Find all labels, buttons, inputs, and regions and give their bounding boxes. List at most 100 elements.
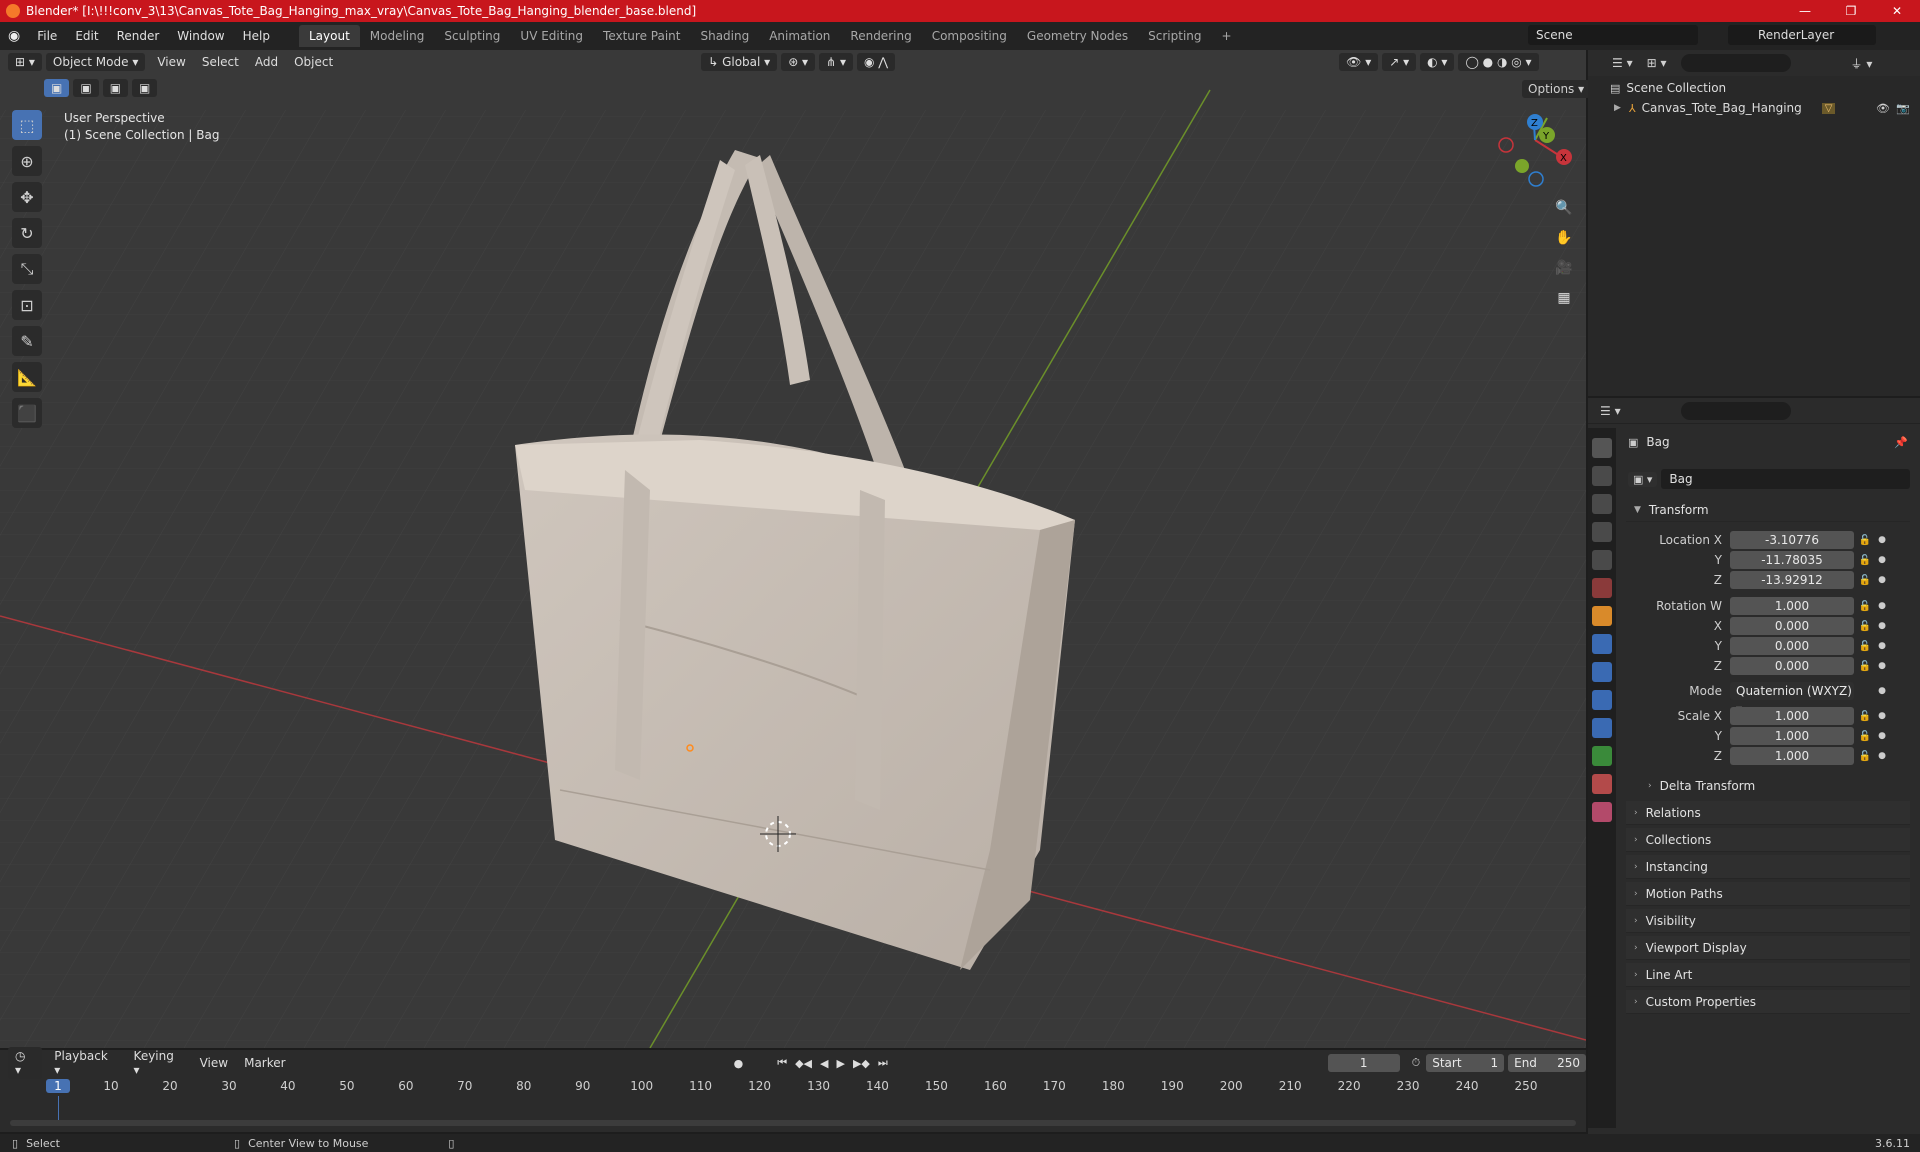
lock-icon[interactable]: 🔓 bbox=[1854, 711, 1876, 722]
datablock-type-icon[interactable]: ▣ ▾ bbox=[1628, 471, 1658, 487]
tab-uv-editing[interactable]: UV Editing bbox=[510, 25, 593, 47]
end-frame-field[interactable]: End 250 bbox=[1508, 1054, 1586, 1072]
orientation-dropdown[interactable]: ↳ Global ▾ bbox=[701, 53, 778, 71]
lock-icon[interactable]: 🔓 bbox=[1854, 621, 1876, 632]
scale-tool-icon[interactable]: ⤡ bbox=[12, 254, 42, 284]
filter-icon[interactable]: ⏚ ▾ bbox=[1851, 55, 1873, 72]
outliner-row-object[interactable]: ▶ ⅄ Canvas_Tote_Bag_Hanging ▽ 👁 📷 bbox=[1614, 98, 1914, 118]
keyframe-dot-icon[interactable]: ● bbox=[1876, 641, 1888, 651]
tab-geometry-nodes[interactable]: Geometry Nodes bbox=[1017, 25, 1138, 47]
data-tab-icon[interactable] bbox=[1592, 746, 1612, 766]
rotate-tool-icon[interactable]: ↻ bbox=[12, 218, 42, 248]
current-frame-field[interactable]: 1 bbox=[1327, 1054, 1400, 1072]
outliner-display-mode-icon[interactable]: ⊞ ▾ bbox=[1647, 56, 1667, 70]
3d-viewport[interactable]: X Y Z bbox=[0, 50, 1586, 1048]
scale-z-field[interactable]: 1.000 bbox=[1730, 747, 1854, 765]
keyframe-dot-icon[interactable]: ● bbox=[1876, 731, 1888, 741]
expand-arrow-icon[interactable]: ▶ bbox=[1614, 103, 1621, 113]
tab-modeling[interactable]: Modeling bbox=[360, 25, 435, 47]
timeline-menu-view[interactable]: View bbox=[192, 1056, 236, 1070]
material-tab-icon[interactable] bbox=[1592, 774, 1612, 794]
visibility-eye-icon[interactable]: 👁 bbox=[1876, 102, 1890, 115]
render-tab-icon[interactable] bbox=[1592, 466, 1612, 486]
texture-tab-icon[interactable] bbox=[1592, 802, 1612, 822]
viewport-menu-view[interactable]: View bbox=[149, 55, 193, 69]
lock-icon[interactable]: 🔓 bbox=[1854, 601, 1876, 612]
ortho-grid-icon[interactable]: ▦ bbox=[1552, 286, 1576, 310]
tool-tab-icon[interactable] bbox=[1592, 438, 1612, 458]
playhead[interactable] bbox=[58, 1096, 59, 1120]
scene-tab-icon[interactable] bbox=[1592, 550, 1612, 570]
rotation-mode-dropdown[interactable]: Quaternion (WXYZ) ▾ bbox=[1730, 682, 1854, 716]
select-mode-new-icon[interactable]: ▣ bbox=[44, 79, 70, 97]
outliner-editor-icon[interactable]: ☰ ▾ bbox=[1612, 56, 1633, 70]
viewport-display-section[interactable]: › Viewport Display bbox=[1626, 936, 1910, 960]
location-z-field[interactable]: -13.92912 bbox=[1730, 571, 1854, 589]
keyframe-dot-icon[interactable]: ● bbox=[1876, 711, 1888, 721]
scene-selector[interactable]: Scene bbox=[1528, 25, 1698, 45]
lock-icon[interactable]: 🔓 bbox=[1854, 535, 1876, 546]
jump-start-icon[interactable]: ⏮ bbox=[777, 1056, 787, 1070]
select-mode-extend-icon[interactable]: ▣ bbox=[73, 79, 99, 97]
pin-icon[interactable]: 📌 bbox=[1894, 436, 1908, 449]
timeline-menu-keying[interactable]: Keying ▾ bbox=[126, 1049, 192, 1077]
stopwatch-icon[interactable]: ⏱ bbox=[1412, 1056, 1421, 1070]
motion-paths-section[interactable]: › Motion Paths bbox=[1626, 882, 1910, 906]
menu-help[interactable]: Help bbox=[234, 29, 279, 43]
lock-icon[interactable]: 🔓 bbox=[1854, 751, 1876, 762]
output-tab-icon[interactable] bbox=[1592, 494, 1612, 514]
lock-icon[interactable]: 🔓 bbox=[1854, 661, 1876, 672]
keyframe-dot-icon[interactable]: ● bbox=[1876, 575, 1888, 585]
render-camera-icon[interactable]: 📷 bbox=[1896, 102, 1910, 115]
prev-keyframe-icon[interactable]: ◆◀ bbox=[795, 1057, 812, 1070]
gizmo-toggle-icon[interactable]: ↗ ▾ bbox=[1382, 53, 1417, 71]
minimize-button[interactable]: — bbox=[1782, 0, 1828, 22]
line-art-section[interactable]: › Line Art bbox=[1626, 963, 1910, 987]
outliner-search-input[interactable] bbox=[1680, 54, 1791, 72]
measure-tool-icon[interactable]: 📐 bbox=[12, 362, 42, 392]
rotation-w-field[interactable]: 1.000 bbox=[1730, 597, 1854, 615]
datablock-name-field[interactable]: Bag bbox=[1661, 469, 1910, 489]
menu-edit[interactable]: Edit bbox=[66, 29, 107, 43]
object-tab-icon[interactable] bbox=[1592, 606, 1612, 626]
properties-search-input[interactable] bbox=[1680, 401, 1791, 420]
viewport-menu-select[interactable]: Select bbox=[194, 55, 247, 69]
lock-icon[interactable]: 🔓 bbox=[1854, 641, 1876, 652]
location-x-field[interactable]: -3.10776 bbox=[1730, 531, 1854, 549]
menu-file[interactable]: File bbox=[28, 29, 66, 43]
rotation-x-field[interactable]: 0.000 bbox=[1730, 617, 1854, 635]
snap-icon[interactable]: ⋔ ▾ bbox=[819, 53, 853, 71]
view-layer-tab-icon[interactable] bbox=[1592, 522, 1612, 542]
keyframe-dot-icon[interactable]: ● bbox=[1876, 555, 1888, 565]
move-tool-icon[interactable]: ✥ bbox=[12, 182, 42, 212]
scale-x-field[interactable]: 1.000 bbox=[1730, 707, 1854, 725]
transform-tool-icon[interactable]: ⊡ bbox=[12, 290, 42, 320]
tab-sculpting[interactable]: Sculpting bbox=[434, 25, 510, 47]
lock-icon[interactable]: 🔓 bbox=[1854, 731, 1876, 742]
proportional-edit-icon[interactable]: ◉ ⋀ bbox=[857, 53, 896, 71]
pan-hand-icon[interactable]: ✋ bbox=[1552, 226, 1576, 250]
properties-editor-icon[interactable]: ☰ ▾ bbox=[1600, 404, 1621, 418]
instancing-section[interactable]: › Instancing bbox=[1626, 855, 1910, 879]
keyframe-dot-icon[interactable]: ● bbox=[1876, 751, 1888, 761]
select-mode-invert-icon[interactable]: ▣ bbox=[132, 79, 158, 97]
rotation-y-field[interactable]: 0.000 bbox=[1730, 637, 1854, 655]
world-tab-icon[interactable] bbox=[1592, 578, 1612, 598]
add-cube-tool-icon[interactable]: ⬛ bbox=[12, 398, 42, 428]
particles-tab-icon[interactable] bbox=[1592, 662, 1612, 682]
record-button-icon[interactable]: ● bbox=[734, 1057, 744, 1070]
tab-scripting[interactable]: Scripting bbox=[1138, 25, 1211, 47]
mode-dropdown[interactable]: Object Mode ▾ bbox=[45, 53, 146, 71]
custom-properties-section[interactable]: › Custom Properties bbox=[1626, 990, 1910, 1014]
overlay-visibility-icon[interactable]: 👁 ▾ bbox=[1339, 53, 1379, 71]
cursor-tool-icon[interactable]: ⊕ bbox=[12, 146, 42, 176]
shading-mode-icon[interactable]: ◯ ● ◑ ◎ ▾ bbox=[1458, 53, 1539, 71]
blender-menu-icon[interactable]: ◉ bbox=[0, 28, 28, 44]
jump-end-icon[interactable]: ⏭ bbox=[878, 1056, 888, 1070]
timeline-menu-playback[interactable]: Playback ▾ bbox=[46, 1049, 125, 1077]
timeline-ruler[interactable]: 1 10 20 30 40 50 60 70 80 90 100 110 120 130 140 150 160… bbox=[0, 1078, 1586, 1120]
collections-section[interactable]: › Collections bbox=[1626, 828, 1910, 852]
lock-icon[interactable]: 🔓 bbox=[1854, 575, 1876, 586]
timeline-scrollbar[interactable] bbox=[10, 1120, 1576, 1126]
relations-section[interactable]: › Relations bbox=[1626, 801, 1910, 825]
